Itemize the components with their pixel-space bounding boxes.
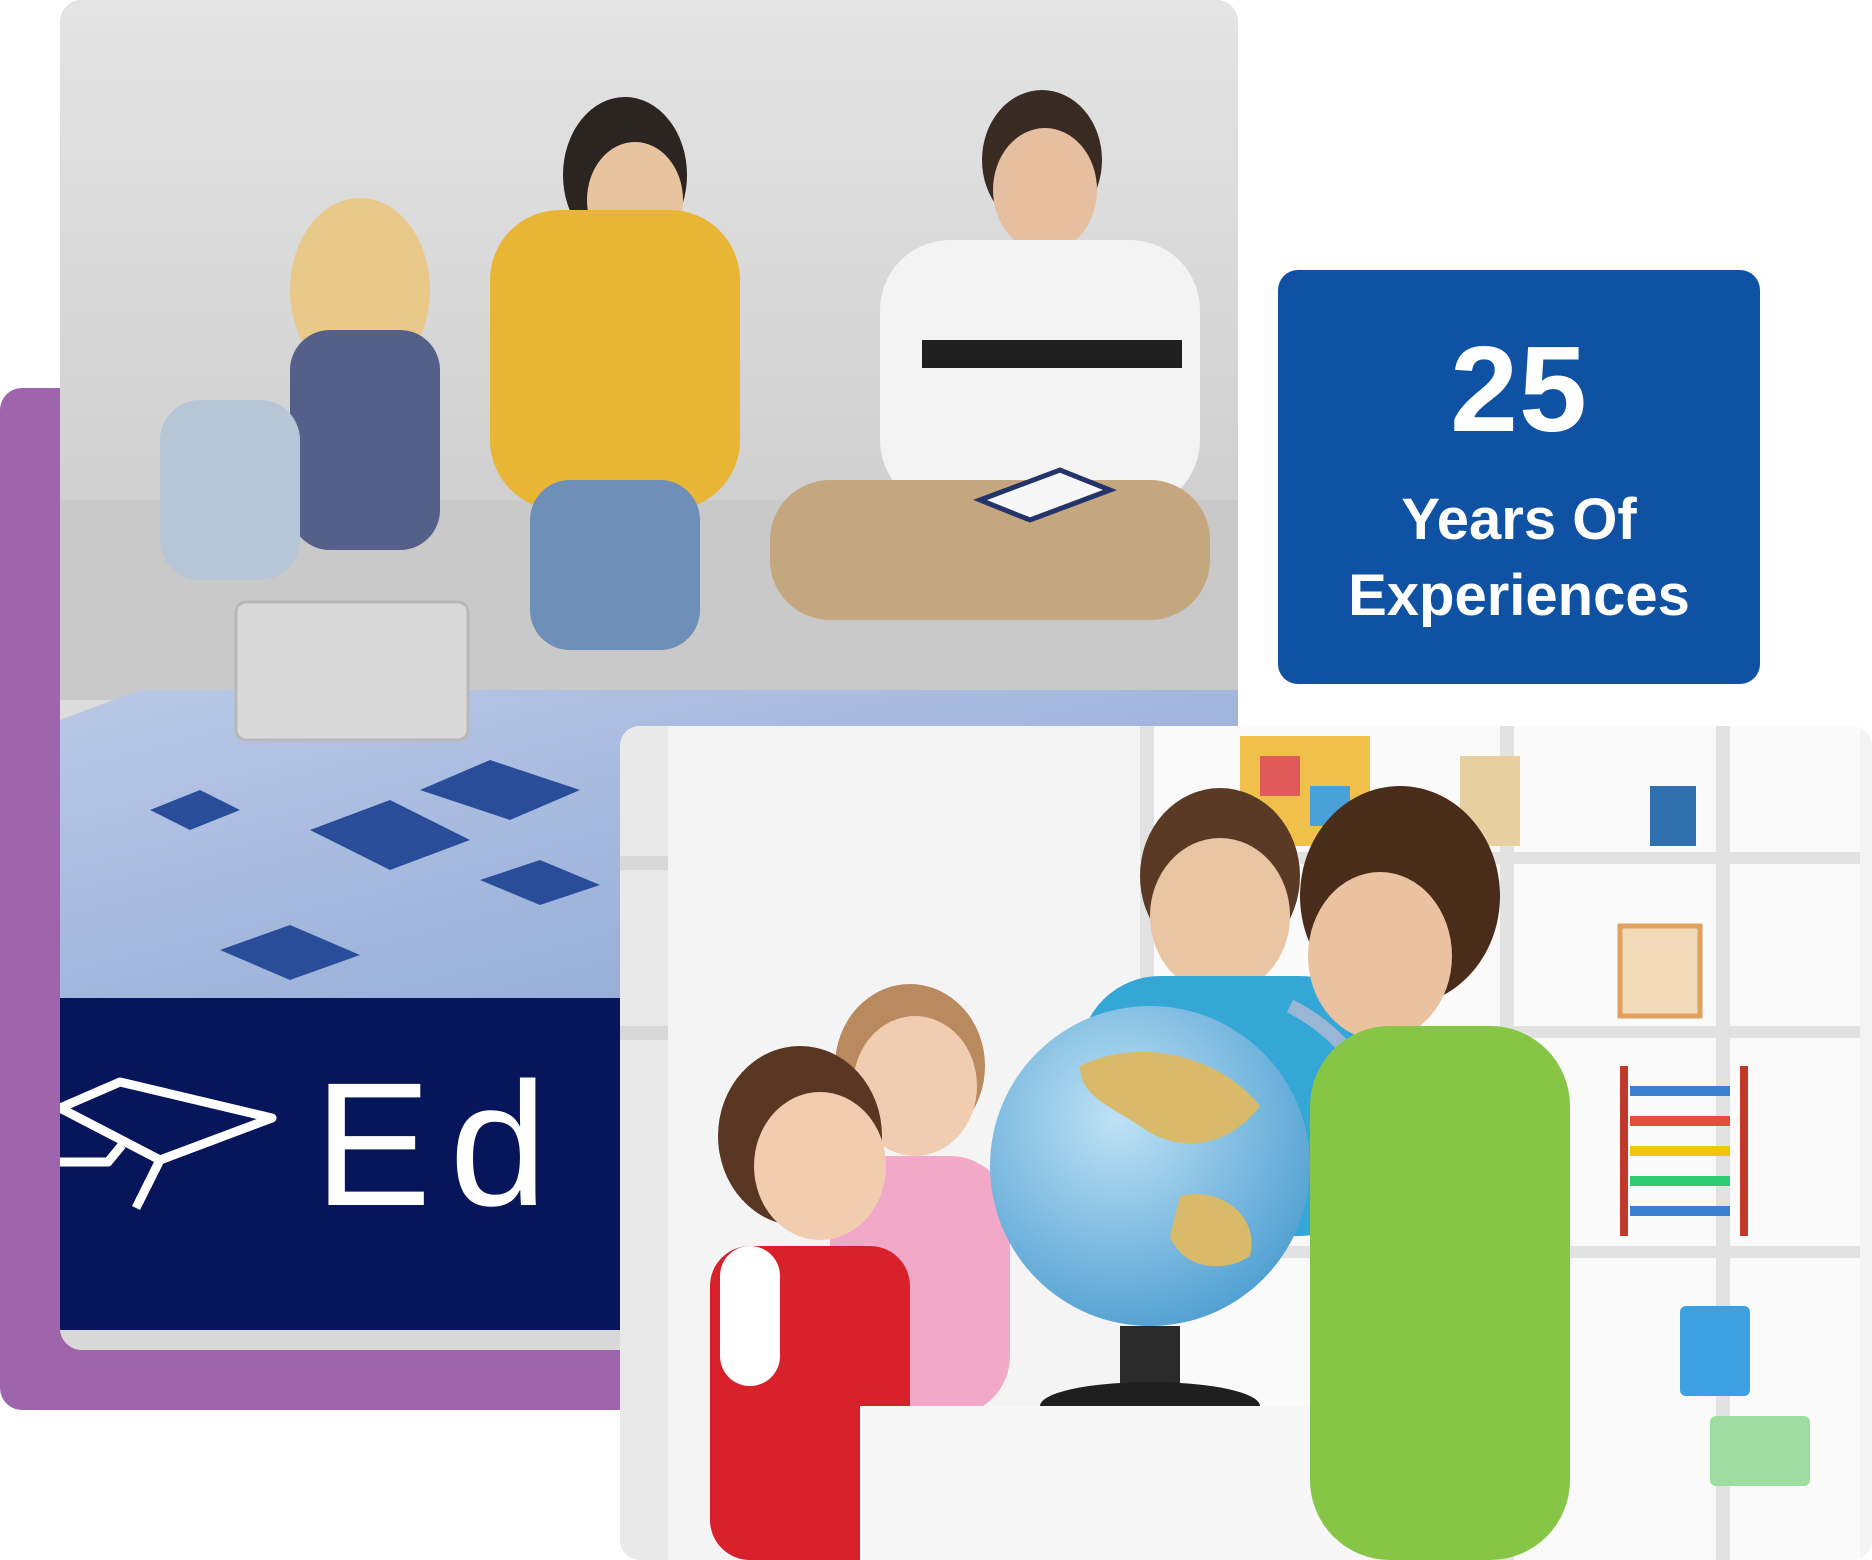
experience-badge: 25 Years Of Experiences	[1278, 270, 1760, 684]
kids-globe-photo	[620, 726, 1872, 1560]
experience-caption-line2: Experiences	[1348, 563, 1690, 628]
experience-number: 25	[1450, 321, 1588, 457]
experience-caption: Years Of Experiences	[1278, 482, 1760, 634]
banner-text: Ed	[314, 1047, 565, 1243]
experience-caption-line1: Years Of	[1401, 487, 1637, 552]
